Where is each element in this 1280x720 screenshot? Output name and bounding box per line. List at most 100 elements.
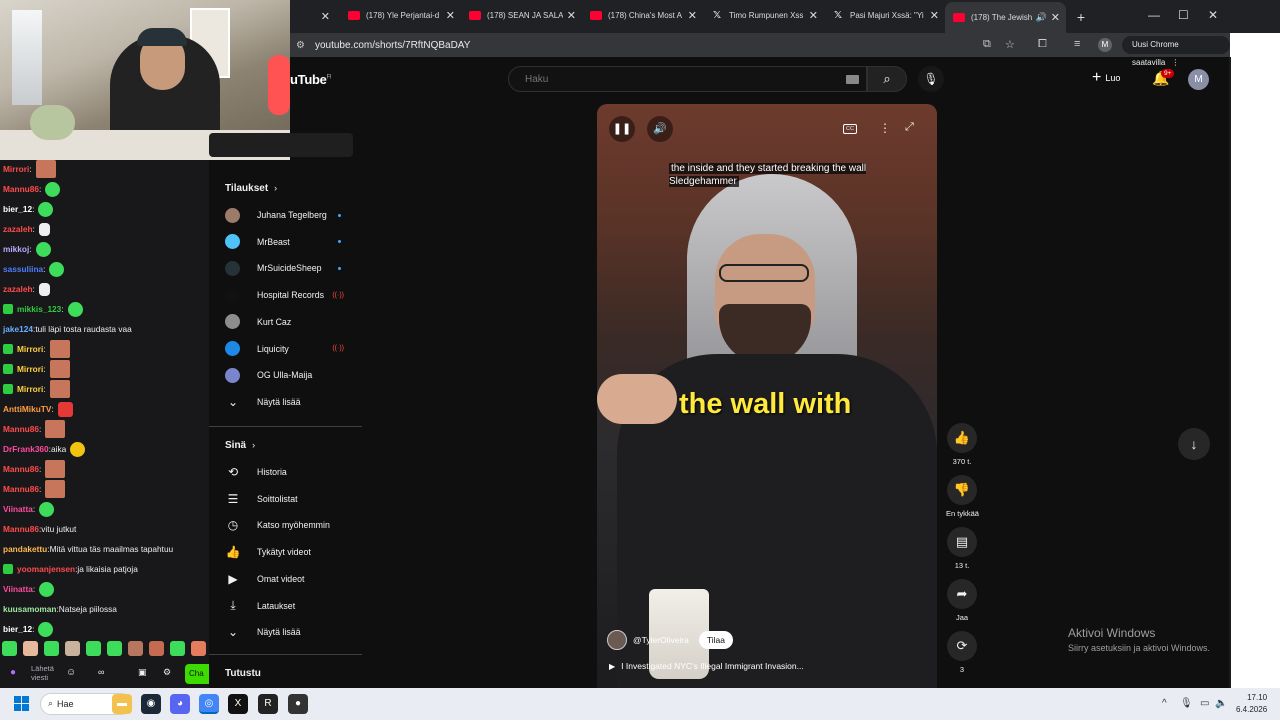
chat-emote-icon[interactable] — [38, 621, 54, 637]
keyboard-icon[interactable] — [846, 75, 859, 84]
chat-username[interactable]: mikkis_123 — [17, 299, 61, 319]
you-nav-item[interactable]: 👍 Tykätyt videot — [225, 542, 311, 562]
you-nav-item[interactable]: ⟲ Historia — [225, 462, 287, 482]
chat-emote-icon[interactable] — [35, 160, 56, 178]
tab-audio-icon[interactable]: 🔊 — [1036, 12, 1047, 23]
chat-username[interactable]: kuusamoman — [3, 599, 56, 619]
browser-tab[interactable]: (178) China's Most A ✕ — [582, 0, 703, 30]
subscription-item[interactable]: Hospital Records ((·)) — [225, 285, 355, 305]
chat-username[interactable]: Mirrori — [17, 339, 43, 359]
captions-button[interactable]: CC — [843, 124, 857, 134]
tab-close-icon[interactable]: ✕ — [290, 2, 340, 32]
share-action[interactable]: ➦ Jaa — [946, 579, 978, 622]
new-tab-icon[interactable]: + — [1070, 9, 1092, 25]
chat-input-placeholder[interactable]: Lähetä viesti — [31, 664, 65, 682]
comments-action[interactable]: ▤ 13 t. — [946, 527, 978, 570]
chat-emote-icon[interactable] — [45, 181, 61, 197]
window-close-icon[interactable]: ✕ — [1208, 8, 1218, 22]
system-clock[interactable]: 17.10 6.4.2026 — [1236, 692, 1267, 716]
tab-close-icon[interactable]: ✕ — [809, 9, 818, 22]
chat-username[interactable]: Mirrori — [17, 359, 43, 379]
short-video-player[interactable]: ❚❚ 🔊 CC ⋮ ⤢ the inside and they started … — [597, 104, 937, 688]
chat-username[interactable]: Mannu86 — [3, 419, 39, 439]
search-button[interactable]: ⌕ — [867, 66, 907, 92]
chat-emote-icon[interactable] — [38, 282, 50, 296]
chat-emote-icon[interactable] — [49, 340, 70, 358]
bits-icon[interactable]: ∞ — [98, 667, 104, 677]
emote-icon[interactable] — [107, 640, 122, 656]
chat-username[interactable]: zazaleh — [3, 279, 33, 299]
channel-avatar[interactable] — [607, 630, 627, 650]
site-info-icon[interactable]: ⚙ — [296, 40, 305, 51]
emote-icon[interactable] — [65, 640, 80, 656]
remix-icon[interactable]: ⟳ — [947, 631, 977, 661]
chat-username[interactable]: zazaleh — [3, 219, 33, 239]
chat-emote-icon[interactable] — [45, 480, 66, 498]
subscription-item[interactable]: Liquicity ((·)) — [225, 339, 355, 359]
chat-emote-icon[interactable] — [67, 301, 83, 317]
chat-username[interactable]: jake124 — [3, 319, 33, 339]
pause-button[interactable]: ❚❚ — [609, 116, 635, 142]
volume-button[interactable]: 🔊 — [647, 116, 673, 142]
emote-icon[interactable] — [44, 640, 59, 656]
chat-username[interactable]: bier_12 — [3, 619, 32, 639]
emote-icon[interactable] — [191, 640, 206, 656]
chat-username[interactable]: Viinatta — [3, 499, 33, 519]
show-more-subscriptions[interactable]: ⌄ Näytä lisää — [225, 392, 301, 412]
chat-username[interactable]: Viinatta — [3, 579, 33, 599]
chat-username[interactable]: DrFrank360 — [3, 439, 49, 459]
chrome-update-button[interactable]: Uusi Chrome saatavilla ⋮ — [1122, 36, 1230, 67]
voice-search-button[interactable]: 🎙 — [918, 66, 944, 92]
extensions-icon[interactable]: ⧠ — [1038, 38, 1047, 51]
scrollbar-track[interactable] — [1230, 33, 1280, 688]
steam-icon[interactable]: ◉ — [141, 694, 161, 714]
chat-username[interactable]: bier_12 — [3, 199, 32, 219]
mic-tray-icon[interactable]: 🎙 — [1180, 698, 1193, 709]
monitor-icon[interactable]: ▭ — [1200, 698, 1209, 709]
chat-emote-icon[interactable] — [49, 261, 65, 277]
chat-badge-icon[interactable] — [3, 384, 13, 394]
chat-badge-icon[interactable] — [3, 564, 13, 574]
chat-username[interactable]: mikkoj — [3, 239, 29, 259]
subscribe-button[interactable]: Tilaa — [698, 631, 733, 649]
install-app-icon[interactable]: ⧉ — [983, 38, 991, 51]
subscriptions-heading[interactable]: Tilaukset › — [225, 183, 277, 194]
gift-icon[interactable]: ▣ — [138, 667, 147, 678]
chat-username[interactable]: pandakettu — [3, 539, 47, 559]
chat-badge-icon[interactable] — [3, 304, 13, 314]
browser-tab[interactable]: (178) The Jewish 🔊 ✕ — [945, 2, 1066, 33]
subscription-item[interactable]: Juhana Tegelberg — [225, 205, 355, 225]
you-heading[interactable]: Sinä › — [225, 440, 255, 451]
chat-username[interactable]: Mirrori — [3, 160, 29, 179]
more-options-icon[interactable]: ⋮ — [879, 121, 891, 135]
emote-icon[interactable] — [2, 640, 17, 656]
browser-tab[interactable]: (178) Yle Perjantai-d ✕ — [340, 0, 461, 30]
channel-name[interactable]: @TylerOliveira — [633, 635, 689, 645]
chat-username[interactable]: AnttiMikuTV — [3, 399, 51, 419]
chat-emote-icon[interactable] — [35, 241, 51, 257]
maximize-icon[interactable]: ☐ — [1178, 8, 1189, 22]
you-nav-item[interactable]: ⤓ Lataukset — [225, 596, 295, 616]
emoji-icon[interactable]: ☺ — [66, 667, 76, 678]
subscription-item[interactable]: Kurt Caz — [225, 312, 355, 332]
discord-icon[interactable]: ◕ — [170, 694, 190, 714]
file-explorer-icon[interactable]: ▬ — [112, 694, 132, 714]
tab-close-icon[interactable]: ✕ — [446, 9, 455, 22]
emote-icon[interactable] — [86, 640, 101, 656]
chat-emote-icon[interactable] — [38, 222, 50, 236]
chat-emote-icon[interactable] — [39, 581, 55, 597]
create-button[interactable]: + Luo — [1092, 70, 1120, 86]
chat-emote-icon[interactable] — [49, 380, 70, 398]
thumb-down-icon[interactable]: 👎 — [947, 475, 977, 505]
chat-username[interactable]: Mannu86 — [3, 459, 39, 479]
x-app-icon[interactable]: X — [228, 694, 248, 714]
comment-icon[interactable]: ▤ — [947, 527, 977, 557]
chat-username[interactable]: Mannu86 — [3, 479, 39, 499]
chat-emote-icon[interactable] — [39, 501, 55, 517]
emote-icon[interactable] — [149, 640, 164, 656]
dislike-action[interactable]: 👎 En tykkää — [946, 475, 979, 518]
thumb-up-icon[interactable]: 👍 — [947, 423, 977, 453]
url-text[interactable]: youtube.com/shorts/7RftNQBaDAY — [315, 40, 470, 51]
video-title[interactable]: ▶ I Investigated NYC's Illegal Immigrant … — [609, 661, 804, 671]
chat-username[interactable]: yoomanjensen — [17, 559, 75, 579]
